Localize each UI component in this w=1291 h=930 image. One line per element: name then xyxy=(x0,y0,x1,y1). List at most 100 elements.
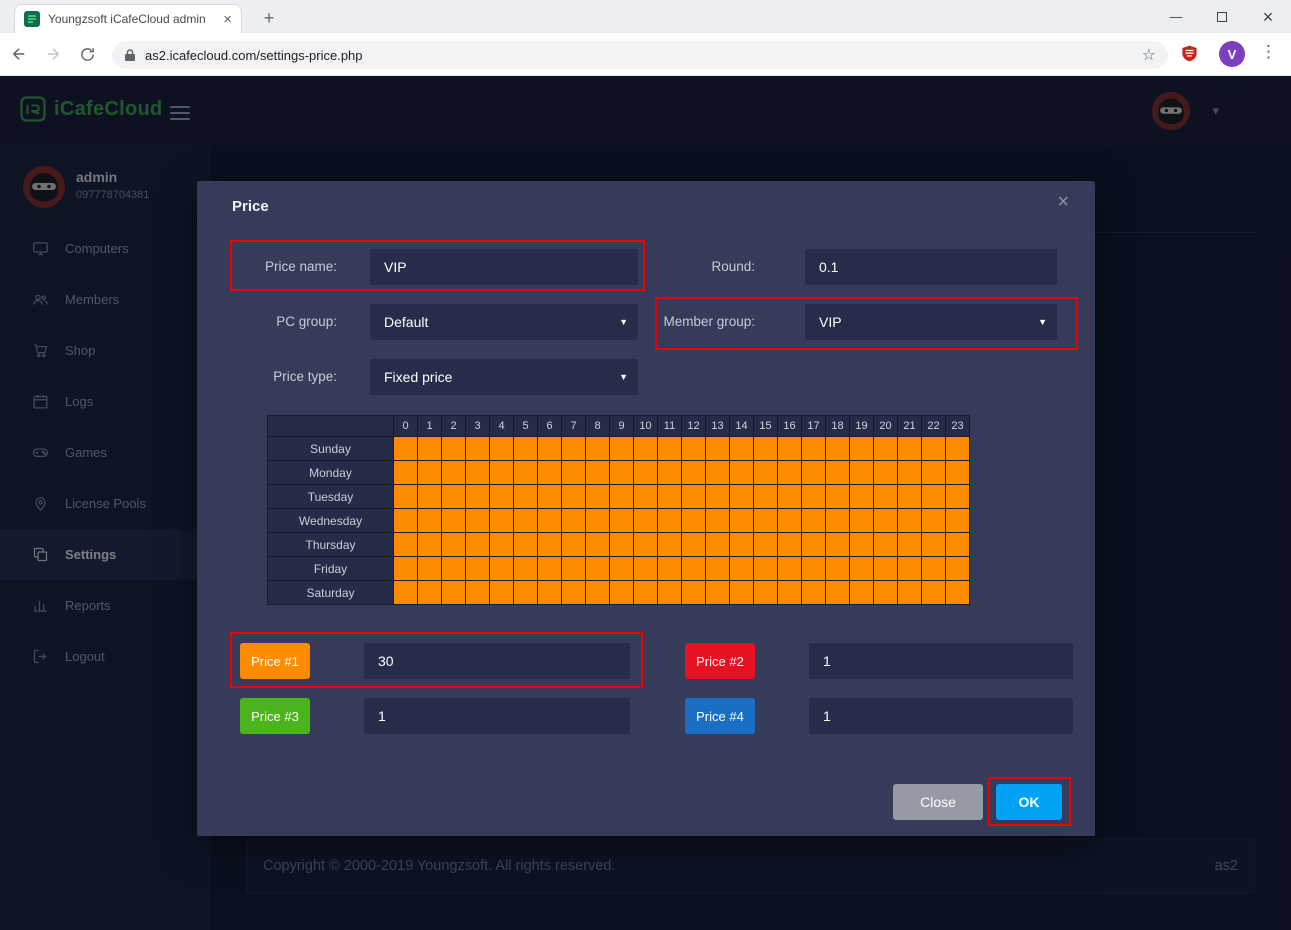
schedule-cell-thursday-20[interactable] xyxy=(874,533,898,557)
schedule-cell-tuesday-4[interactable] xyxy=(490,485,514,509)
schedule-cell-friday-21[interactable] xyxy=(898,557,922,581)
schedule-cell-friday-6[interactable] xyxy=(538,557,562,581)
schedule-cell-thursday-6[interactable] xyxy=(538,533,562,557)
schedule-cell-saturday-10[interactable] xyxy=(634,581,658,605)
schedule-cell-friday-9[interactable] xyxy=(610,557,634,581)
schedule-cell-friday-19[interactable] xyxy=(850,557,874,581)
schedule-cell-saturday-0[interactable] xyxy=(394,581,418,605)
schedule-cell-tuesday-12[interactable] xyxy=(682,485,706,509)
schedule-cell-thursday-12[interactable] xyxy=(682,533,706,557)
schedule-cell-wednesday-12[interactable] xyxy=(682,509,706,533)
schedule-cell-saturday-1[interactable] xyxy=(418,581,442,605)
schedule-cell-friday-1[interactable] xyxy=(418,557,442,581)
browser-tab[interactable]: Youngzsoft iCafeCloud admin × xyxy=(14,4,242,33)
schedule-cell-saturday-17[interactable] xyxy=(802,581,826,605)
window-maximize-button[interactable] xyxy=(1199,0,1245,33)
browser-profile-avatar[interactable]: V xyxy=(1219,41,1245,67)
schedule-cell-monday-22[interactable] xyxy=(922,461,946,485)
schedule-cell-tuesday-8[interactable] xyxy=(586,485,610,509)
schedule-cell-wednesday-5[interactable] xyxy=(514,509,538,533)
forward-button-icon[interactable] xyxy=(38,45,68,63)
schedule-cell-sunday-18[interactable] xyxy=(826,437,850,461)
schedule-cell-tuesday-0[interactable] xyxy=(394,485,418,509)
schedule-cell-saturday-15[interactable] xyxy=(754,581,778,605)
schedule-cell-monday-23[interactable] xyxy=(946,461,970,485)
schedule-cell-tuesday-20[interactable] xyxy=(874,485,898,509)
schedule-cell-wednesday-4[interactable] xyxy=(490,509,514,533)
schedule-cell-saturday-5[interactable] xyxy=(514,581,538,605)
schedule-cell-saturday-11[interactable] xyxy=(658,581,682,605)
schedule-cell-tuesday-5[interactable] xyxy=(514,485,538,509)
price-2-input[interactable]: 1 xyxy=(809,643,1073,679)
schedule-cell-sunday-23[interactable] xyxy=(946,437,970,461)
schedule-cell-monday-5[interactable] xyxy=(514,461,538,485)
price-1-input[interactable]: 30 xyxy=(364,643,630,679)
schedule-cell-monday-3[interactable] xyxy=(466,461,490,485)
schedule-cell-sunday-2[interactable] xyxy=(442,437,466,461)
schedule-cell-sunday-14[interactable] xyxy=(730,437,754,461)
schedule-cell-sunday-10[interactable] xyxy=(634,437,658,461)
schedule-cell-thursday-23[interactable] xyxy=(946,533,970,557)
schedule-cell-monday-4[interactable] xyxy=(490,461,514,485)
schedule-cell-monday-21[interactable] xyxy=(898,461,922,485)
schedule-cell-saturday-14[interactable] xyxy=(730,581,754,605)
schedule-cell-wednesday-3[interactable] xyxy=(466,509,490,533)
schedule-cell-saturday-23[interactable] xyxy=(946,581,970,605)
browser-menu-icon[interactable]: ⋮ xyxy=(1260,42,1277,62)
schedule-cell-monday-19[interactable] xyxy=(850,461,874,485)
schedule-cell-thursday-3[interactable] xyxy=(466,533,490,557)
schedule-cell-tuesday-3[interactable] xyxy=(466,485,490,509)
window-close-button[interactable]: × xyxy=(1245,0,1291,33)
round-input[interactable]: 0.1 xyxy=(805,249,1057,285)
schedule-cell-sunday-6[interactable] xyxy=(538,437,562,461)
schedule-cell-wednesday-2[interactable] xyxy=(442,509,466,533)
schedule-cell-friday-12[interactable] xyxy=(682,557,706,581)
schedule-cell-saturday-9[interactable] xyxy=(610,581,634,605)
schedule-cell-saturday-2[interactable] xyxy=(442,581,466,605)
schedule-cell-tuesday-22[interactable] xyxy=(922,485,946,509)
schedule-cell-monday-9[interactable] xyxy=(610,461,634,485)
schedule-cell-sunday-13[interactable] xyxy=(706,437,730,461)
schedule-cell-thursday-5[interactable] xyxy=(514,533,538,557)
schedule-cell-thursday-0[interactable] xyxy=(394,533,418,557)
bookmark-star-icon[interactable]: ☆ xyxy=(1142,45,1156,65)
schedule-cell-monday-6[interactable] xyxy=(538,461,562,485)
schedule-cell-tuesday-6[interactable] xyxy=(538,485,562,509)
schedule-cell-tuesday-7[interactable] xyxy=(562,485,586,509)
schedule-cell-saturday-16[interactable] xyxy=(778,581,802,605)
schedule-cell-friday-7[interactable] xyxy=(562,557,586,581)
schedule-cell-thursday-13[interactable] xyxy=(706,533,730,557)
schedule-cell-monday-15[interactable] xyxy=(754,461,778,485)
schedule-cell-tuesday-16[interactable] xyxy=(778,485,802,509)
schedule-cell-sunday-1[interactable] xyxy=(418,437,442,461)
schedule-cell-saturday-7[interactable] xyxy=(562,581,586,605)
price-2-button[interactable]: Price #2 xyxy=(685,643,755,679)
schedule-cell-tuesday-21[interactable] xyxy=(898,485,922,509)
schedule-cell-monday-7[interactable] xyxy=(562,461,586,485)
price-1-button[interactable]: Price #1 xyxy=(240,643,310,679)
schedule-cell-friday-5[interactable] xyxy=(514,557,538,581)
schedule-cell-thursday-17[interactable] xyxy=(802,533,826,557)
schedule-cell-monday-10[interactable] xyxy=(634,461,658,485)
schedule-cell-wednesday-14[interactable] xyxy=(730,509,754,533)
schedule-cell-tuesday-18[interactable] xyxy=(826,485,850,509)
schedule-cell-monday-11[interactable] xyxy=(658,461,682,485)
price-type-select[interactable]: Fixed price ▼ xyxy=(370,359,638,395)
schedule-cell-sunday-17[interactable] xyxy=(802,437,826,461)
schedule-cell-thursday-4[interactable] xyxy=(490,533,514,557)
schedule-cell-sunday-7[interactable] xyxy=(562,437,586,461)
schedule-cell-wednesday-6[interactable] xyxy=(538,509,562,533)
schedule-cell-monday-12[interactable] xyxy=(682,461,706,485)
schedule-cell-friday-20[interactable] xyxy=(874,557,898,581)
schedule-cell-sunday-15[interactable] xyxy=(754,437,778,461)
schedule-cell-monday-13[interactable] xyxy=(706,461,730,485)
schedule-cell-monday-2[interactable] xyxy=(442,461,466,485)
price-4-button[interactable]: Price #4 xyxy=(685,698,755,734)
schedule-cell-saturday-3[interactable] xyxy=(466,581,490,605)
schedule-cell-tuesday-9[interactable] xyxy=(610,485,634,509)
url-field[interactable]: as2.icafecloud.com/settings-price.php ☆ xyxy=(112,41,1168,69)
schedule-cell-saturday-20[interactable] xyxy=(874,581,898,605)
schedule-cell-monday-1[interactable] xyxy=(418,461,442,485)
schedule-cell-tuesday-10[interactable] xyxy=(634,485,658,509)
schedule-cell-thursday-2[interactable] xyxy=(442,533,466,557)
